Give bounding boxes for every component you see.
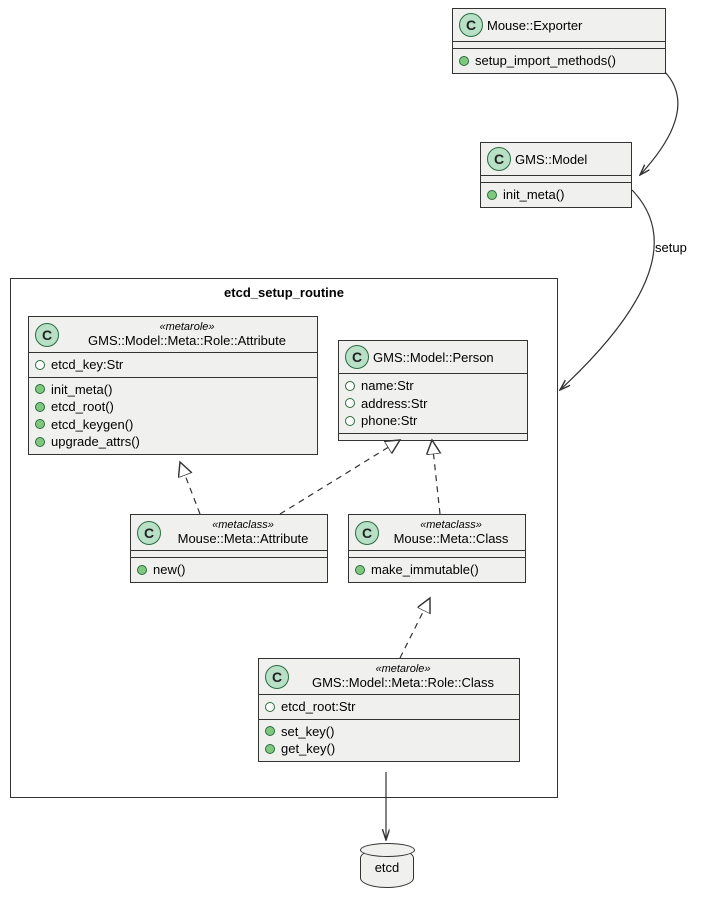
- class-role-class: C «metarole» GMS::Model::Meta::Role::Cla…: [258, 658, 520, 762]
- package-title: etcd_setup_routine: [11, 285, 557, 300]
- class-name: Mouse::Meta::Class: [394, 531, 509, 546]
- method: init_meta(): [487, 186, 625, 204]
- method: upgrade_attrs(): [35, 433, 311, 451]
- class-icon: C: [487, 147, 511, 171]
- attribute: etcd_root:Str: [265, 698, 513, 716]
- class-mouse-exporter: C Mouse::Exporter setup_import_methods(): [452, 8, 666, 74]
- class-icon: C: [265, 665, 289, 689]
- db-label: etcd: [375, 860, 400, 875]
- edge-label-setup: setup: [655, 240, 687, 255]
- class-name: GMS::Model: [515, 152, 587, 167]
- method: make_immutable(): [355, 561, 519, 579]
- class-name: GMS::Model::Meta::Role::Attribute: [88, 333, 286, 348]
- method: set_key(): [265, 723, 513, 741]
- method: etcd_root(): [35, 398, 311, 416]
- method: get_key(): [265, 740, 513, 758]
- attribute: etcd_key:Str: [35, 356, 311, 374]
- attribute: address:Str: [345, 395, 521, 413]
- class-icon: C: [35, 323, 59, 347]
- class-icon: C: [355, 521, 379, 545]
- stereotype: «metarole»: [159, 321, 214, 333]
- stereotype: «metaclass»: [212, 519, 274, 531]
- class-icon: C: [137, 521, 161, 545]
- attribute: name:Str: [345, 377, 521, 395]
- class-name: GMS::Model::Person: [373, 350, 494, 365]
- class-name: Mouse::Meta::Attribute: [178, 531, 309, 546]
- stereotype: «metarole»: [375, 663, 430, 675]
- class-icon: C: [345, 345, 369, 369]
- class-name: Mouse::Exporter: [487, 18, 582, 33]
- class-role-attribute: C «metarole» GMS::Model::Meta::Role::Att…: [28, 316, 318, 455]
- method: etcd_keygen(): [35, 416, 311, 434]
- class-mouse-meta-attribute: C «metaclass» Mouse::Meta::Attribute new…: [130, 514, 328, 583]
- method: setup_import_methods(): [459, 52, 659, 70]
- class-gms-model-person: C GMS::Model::Person name:Str address:St…: [338, 340, 528, 441]
- method: init_meta(): [35, 381, 311, 399]
- attribute: phone:Str: [345, 412, 521, 430]
- class-name: GMS::Model::Meta::Role::Class: [312, 675, 494, 690]
- method: new(): [137, 561, 321, 579]
- class-mouse-meta-class: C «metaclass» Mouse::Meta::Class make_im…: [348, 514, 526, 583]
- class-gms-model: C GMS::Model init_meta(): [480, 142, 632, 208]
- stereotype: «metaclass»: [420, 519, 482, 531]
- database-etcd: etcd: [360, 848, 414, 888]
- class-icon: C: [459, 13, 483, 37]
